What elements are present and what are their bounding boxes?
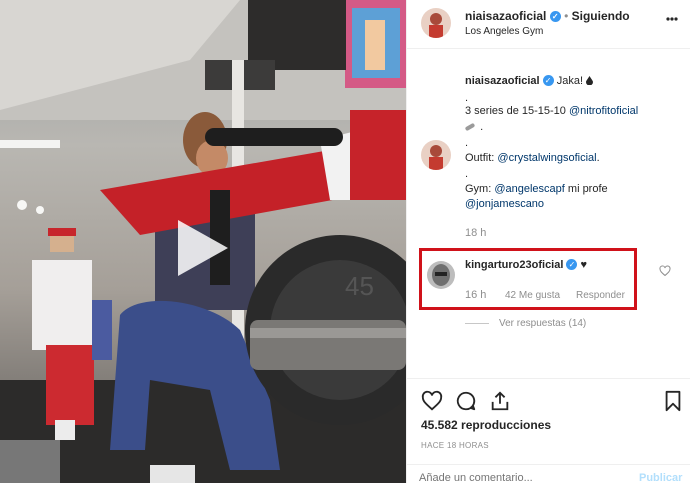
caption-time[interactable]: 18 h [465,226,486,241]
caption-emoji-dot: . [480,121,484,133]
avatar[interactable] [421,8,451,38]
caption-outfit-line: Outfit: @crystalwingsoficial. [465,151,600,166]
post-video[interactable]: 45 [0,0,406,483]
caption-avatar[interactable] [421,140,451,170]
caption-outfit-label: Outfit: [465,152,495,164]
caption-gym-line: Gym: @angelescapf mi profe [465,182,608,197]
play-icon[interactable] [172,220,228,276]
mention-crystalwings[interactable]: @crystalwingsoficial [497,152,596,164]
save-bookmark-icon[interactable] [663,390,683,412]
comment-like-heart-icon[interactable] [659,264,671,277]
share-icon[interactable] [489,390,511,412]
caption-text: Jaka! [556,75,584,87]
comment-reply-button[interactable]: Responder [576,288,625,303]
comment-avatar[interactable] [427,261,455,289]
post-date[interactable]: HACE 18 HORAS [421,438,489,453]
like-heart-icon[interactable] [421,390,443,412]
caption-outfit-dot: . [596,152,600,164]
view-replies-button[interactable]: Ver respuestas (14) [499,316,586,331]
post-sidebar: niaisazaoficial ✓ • Siguiendo Los Angele… [406,0,690,486]
caption-dot-3: . [465,168,469,180]
views-count[interactable]: 45.582 reproducciones [421,418,551,433]
comment-likes[interactable]: 42 Me gusta [505,288,560,303]
verified-icon: ✓ [542,75,554,86]
caption-emoji-line: . [465,120,483,135]
caption-gym-label: Gym: [465,183,492,195]
post-header: niaisazaoficial ✓ • Siguiendo Los Angele… [407,0,690,49]
water-drop-icon [586,75,594,87]
actions-divider [407,378,690,379]
post-username[interactable]: niaisazaoficial [465,9,546,23]
add-comment-input[interactable] [419,470,619,486]
caption-gym-suffix: mi profe [567,183,608,195]
flex-arm-icon [465,121,480,133]
verified-icon: ✓ [549,11,561,22]
caption-series-line: 3 series de 15-15-10 @nitrofitoficial [465,104,638,119]
caption-series-text: 3 series de 15-15-10 [465,105,566,117]
comment-time[interactable]: 16 h [465,288,486,303]
svg-text:45: 45 [345,271,374,301]
more-options-icon[interactable] [665,12,679,26]
mention-angelescapf[interactable]: @angelescapf [494,183,565,195]
comment-divider [407,464,690,465]
mention-nitrofit[interactable]: @nitrofitoficial [569,105,638,117]
publish-button[interactable]: Publicar [639,471,682,486]
comment-heart: ♥ [580,259,588,271]
post-location[interactable]: Los Angeles Gym [465,24,543,39]
view-replies-line [465,323,489,324]
comment-username[interactable]: kingarturo23oficial [465,259,563,271]
caption-first-line: niaisazaoficial ✓ Jaka! [465,74,594,89]
mention-jonjamescano[interactable]: @jonjamescano [465,197,544,212]
caption-dot-2: . [465,137,469,149]
caption-username[interactable]: niaisazaoficial [465,75,540,87]
comment-bubble-icon[interactable] [455,390,477,412]
comment-line: kingarturo23oficial ✓ ♥ [465,258,587,273]
follow-status[interactable]: Siguiendo [572,9,630,23]
verified-icon: ✓ [566,259,578,270]
